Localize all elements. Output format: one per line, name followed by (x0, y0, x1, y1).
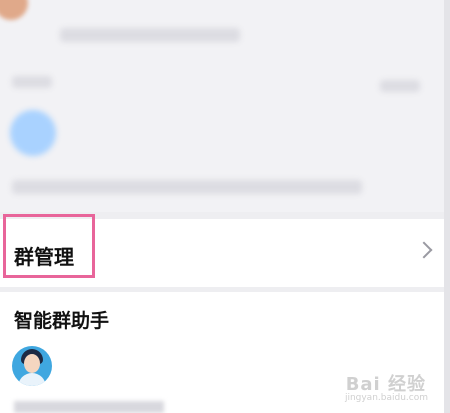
blurred-text (12, 76, 52, 88)
blurred-text (60, 28, 240, 42)
smart-assistant-title: 智能群助手 (14, 310, 110, 332)
avatar-body (18, 373, 46, 386)
assistant-avatar[interactable] (12, 346, 52, 386)
avatar (0, 0, 28, 20)
blurred-text (380, 80, 420, 92)
group-management-row[interactable]: 群管理 (0, 219, 444, 287)
blurred-text (14, 401, 164, 413)
blurred-text (12, 180, 362, 194)
watermark-url: jingyan.baidu.com (344, 393, 428, 403)
avatar-face (24, 354, 40, 373)
blurred-settings-area (0, 0, 450, 212)
blurred-avatar (10, 110, 56, 156)
group-management-label: 群管理 (14, 245, 74, 269)
scrollbar-area (444, 0, 450, 413)
chevron-right-icon (415, 241, 433, 259)
